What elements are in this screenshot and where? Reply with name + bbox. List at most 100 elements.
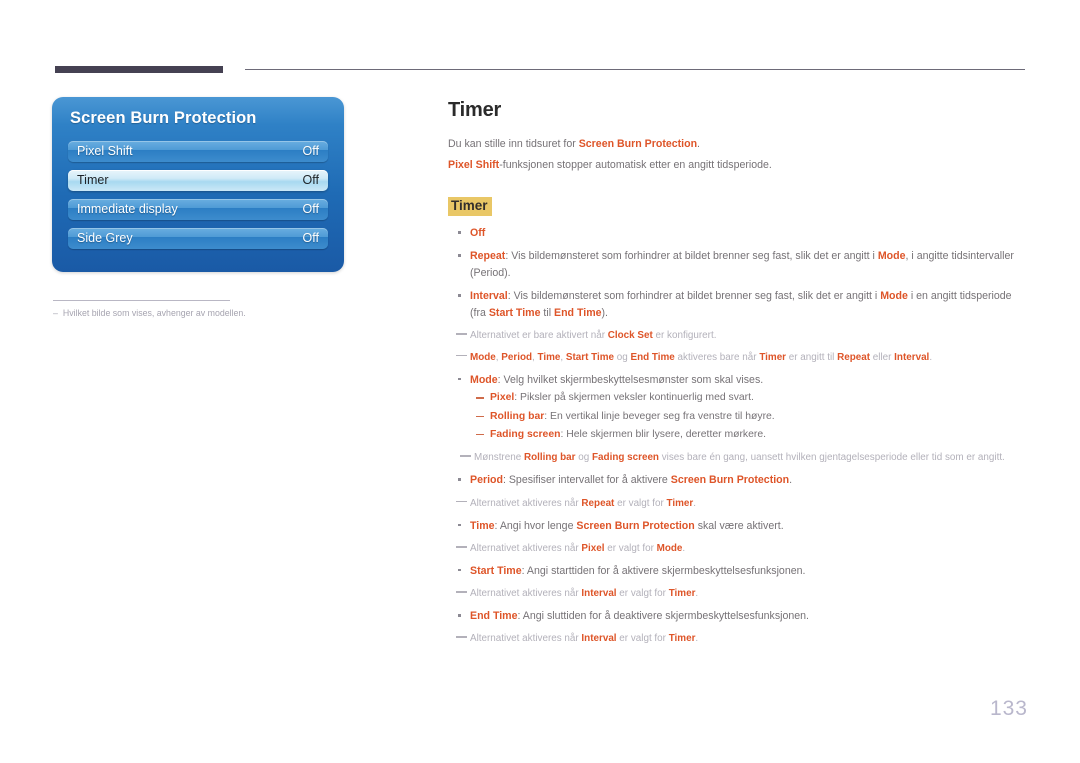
term-pixel: Pixel: [490, 392, 515, 404]
page-number: 133: [989, 697, 1028, 720]
bullet-marker: [458, 568, 461, 572]
term-rolling-bar: Rolling bar: [523, 452, 576, 464]
osd-row-label: Immediate display: [77, 202, 178, 217]
bullet-marker: [458, 377, 461, 381]
dash-marker: [476, 397, 484, 399]
list-item-end-time: End Time: Angi sluttiden for å deaktiver…: [448, 608, 1026, 624]
intro-line-1: Du kan stille inn tidsuret for Screen Bu…: [448, 138, 700, 150]
osd-row-label: Timer: [77, 173, 109, 188]
term-mode: Mode: [470, 373, 498, 386]
osd-row-value: Off: [302, 144, 319, 159]
main-content: Timer Du kan stille inn tidsuret for Scr…: [448, 99, 1026, 653]
term-repeat: Repeat: [470, 250, 506, 263]
options-list: Off Repeat: Vis bildemønsteret som forhi…: [448, 225, 1026, 647]
term-timer: Timer: [668, 633, 696, 645]
page-header-rule: [55, 66, 1025, 76]
term-mode: Mode: [656, 542, 683, 554]
footnote-dash-marker: –: [53, 308, 58, 318]
osd-row-side-grey[interactable]: Side Grey Off: [68, 228, 328, 249]
list-item-interval: Interval: Vis bildemønsteret som forhind…: [448, 288, 1026, 321]
note-start-time: Alternativet aktiveres når Interval er v…: [448, 586, 1026, 602]
term-period: Period: [470, 474, 503, 487]
mode-option-fading-screen: Fading screen: Hele skjermen blir lysere…: [470, 427, 1026, 443]
bullet-marker: [458, 478, 461, 481]
term-timer: Timer: [666, 497, 694, 509]
term-interval: Interval: [470, 290, 508, 303]
term-start-time: Start Time: [470, 564, 522, 577]
osd-row-label: Side Grey: [77, 231, 133, 246]
note-bar-marker: [456, 333, 467, 335]
term-screen-burn-protection: Screen Burn Protection: [578, 138, 698, 150]
left-footnote: – Hvilket bilde som vises, avhenger av m…: [53, 307, 333, 320]
osd-row-pixel-shift[interactable]: Pixel Shift Off: [68, 141, 328, 162]
section-subtitle-timer: Timer: [448, 196, 492, 216]
term-interval: Interval: [581, 588, 617, 600]
term-end-time: End Time: [630, 351, 675, 363]
list-item-mode: Mode: Velg hvilket skjermbeskyttelsesmøn…: [448, 372, 1026, 444]
osd-menu-panel: Screen Burn Protection Pixel Shift Off T…: [52, 97, 344, 272]
bullet-marker: [458, 614, 461, 617]
term-timer: Timer: [668, 588, 696, 600]
osd-menu-rows: Pixel Shift Off Timer Off Immediate disp…: [68, 141, 328, 257]
list-item-period: Period: Spesifiser intervallet for å akt…: [448, 472, 1026, 488]
term-start-time: Start Time: [565, 351, 615, 363]
bullet-marker: [458, 231, 461, 234]
term-mode: Mode: [470, 351, 496, 363]
osd-row-value: Off: [302, 202, 319, 217]
osd-panel-title: Screen Burn Protection: [70, 109, 257, 127]
dash-marker: [476, 434, 484, 436]
note-bar-marker: [456, 500, 467, 503]
term-fading-screen: Fading screen: [490, 429, 561, 440]
mode-options-list: Pixel: Piksler på skjermen veksler konti…: [470, 390, 1026, 443]
note-patterns: Mønstrene Rolling bar og Fading screen v…: [448, 450, 1026, 466]
mode-option-pixel: Pixel: Piksler på skjermen veksler konti…: [470, 390, 1026, 406]
term-end-time: End Time: [470, 610, 518, 623]
bullet-marker: [458, 523, 461, 527]
term-interval: Interval: [581, 633, 617, 645]
mode-option-rolling-bar: Rolling bar: En vertikal linje beveger s…: [470, 409, 1026, 425]
note-bar-marker: [456, 354, 467, 357]
term-start-time: Start Time: [488, 306, 541, 319]
note-bar-marker: [460, 455, 471, 458]
note-bar-marker: [456, 591, 467, 593]
note-time: Alternativet aktiveres når Pixel er valg…: [448, 541, 1026, 557]
dash-marker: [476, 415, 484, 417]
osd-row-value: Off: [302, 231, 319, 246]
left-footnote-divider: [53, 300, 230, 301]
footnote-text: Hvilket bilde som vises, avhenger av mod…: [62, 308, 246, 318]
note-bar-marker: [456, 545, 467, 548]
osd-row-label: Pixel Shift: [77, 144, 133, 159]
header-rule-thin: [245, 69, 1025, 70]
osd-row-value: Off: [302, 173, 319, 188]
term-clock-set: Clock Set: [607, 330, 653, 342]
term-screen-burn-protection: Screen Burn Protection: [670, 474, 790, 487]
term-time: Time: [470, 519, 495, 532]
note-mode-period: Mode, Period, Time, Start Time og End Ti…: [448, 350, 1026, 366]
note-period: Alternativet aktiveres når Repeat er val…: [448, 496, 1026, 512]
intro-line-2: Pixel Shift-funksjonen stopper automatis…: [448, 159, 772, 172]
term-pixel: Pixel: [581, 542, 605, 554]
term-repeat: Repeat: [581, 497, 615, 509]
term-end-time: End Time: [554, 306, 602, 319]
term-rolling-bar: Rolling bar: [490, 410, 545, 422]
term-pixel-shift: Pixel Shift: [448, 159, 500, 172]
term-repeat: Repeat: [837, 351, 871, 363]
note-bar-marker: [456, 636, 467, 639]
osd-row-timer[interactable]: Timer Off: [68, 170, 328, 191]
list-item-time: Time: Angi hvor lenge Screen Burn Protec…: [448, 518, 1026, 534]
list-item-start-time: Start Time: Angi starttiden for å aktive…: [448, 563, 1026, 579]
term-mode: Mode: [880, 290, 908, 303]
page-title: Timer: [448, 99, 502, 121]
note-clock-set: Alternativet er bare aktivert når Clock …: [448, 328, 1026, 344]
term-mode: Mode: [877, 250, 906, 263]
list-item-repeat: Repeat: Vis bildemønsteret som forhindre…: [448, 248, 1026, 281]
list-item-off: Off: [448, 225, 1026, 241]
term-interval: Interval: [894, 351, 930, 363]
term-time: Time: [537, 351, 561, 363]
term-period: Period: [501, 351, 533, 363]
term-off: Off: [470, 227, 486, 239]
osd-row-immediate-display[interactable]: Immediate display Off: [68, 199, 328, 220]
header-rule-thick: [55, 66, 223, 73]
note-end-time: Alternativet aktiveres når Interval er v…: [448, 631, 1026, 647]
sub-title-wrapper: Timer: [448, 179, 1026, 225]
